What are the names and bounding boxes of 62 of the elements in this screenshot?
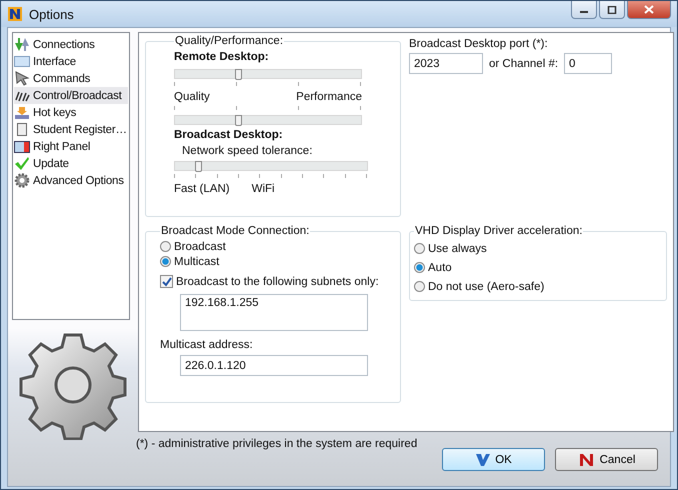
section-heading: Remote Desktop:: [174, 51, 270, 63]
slider[interactable]: [174, 115, 362, 125]
subnets-field[interactable]: 192.168.1.255: [180, 294, 368, 331]
group-title: VHD Display Driver acceleration:: [414, 225, 584, 237]
radio-button[interactable]: [414, 281, 425, 292]
radio-button[interactable]: [160, 256, 171, 267]
sidebar-item[interactable]: Update: [14, 155, 128, 172]
cross-logo-icon: [578, 452, 596, 468]
check-logo-icon: [475, 452, 492, 468]
sidebar-item[interactable]: Hot keys: [14, 104, 128, 121]
slider-thumb[interactable]: [235, 69, 242, 80]
app-logo-icon: [7, 6, 23, 22]
checkmark-icon: [14, 156, 30, 171]
minimize-button[interactable]: [571, 1, 597, 19]
channel-label: or Channel #:: [489, 58, 558, 70]
maximize-icon: [607, 6, 617, 14]
window-icon: [14, 54, 30, 69]
close-button[interactable]: [627, 1, 671, 19]
window-title: Options: [29, 6, 74, 22]
slider-caption: Network speed tolerance:: [182, 145, 314, 157]
cursor-icon: [14, 71, 30, 86]
maximize-button[interactable]: [599, 1, 625, 19]
port-field[interactable]: 2023: [409, 53, 483, 74]
checkbox[interactable]: [160, 275, 173, 288]
radio-option[interactable]: Auto: [414, 258, 660, 277]
sidebar-item[interactable]: Interface: [14, 53, 128, 70]
slider[interactable]: [174, 69, 362, 79]
close-icon: [644, 5, 654, 14]
radio-button[interactable]: [160, 241, 171, 252]
radio-button[interactable]: [414, 262, 425, 273]
port-label: Broadcast Desktop port (*):: [409, 38, 549, 50]
slider[interactable]: [174, 161, 368, 171]
multicast-field[interactable]: 226.0.1.120: [180, 355, 368, 376]
radio-button[interactable]: [414, 243, 425, 254]
slider-thumb[interactable]: [195, 161, 202, 172]
arrows-icon: [14, 37, 30, 52]
cancel-button[interactable]: Cancel: [555, 448, 658, 471]
channel-field[interactable]: 0: [564, 53, 612, 74]
sidebar-item[interactable]: Connections: [14, 36, 128, 53]
sidebar-item[interactable]: Commands: [14, 70, 128, 87]
slider-thumb[interactable]: [235, 115, 242, 126]
group-title: Broadcast Mode Connection:: [160, 225, 310, 237]
footnote: (*) - administrative privileges in the system are required: [136, 438, 418, 450]
radio-option[interactable]: Do not use (Aero-safe): [414, 277, 660, 296]
panel-icon: [14, 139, 30, 154]
slider-label: Quality: [174, 91, 210, 103]
slider-label: Performance: [296, 91, 362, 103]
subnets-checkbox-option[interactable]: Broadcast to the following subnets only:: [160, 275, 394, 288]
radio-option[interactable]: Broadcast: [160, 239, 394, 254]
slider-label: Fast (LAN): [174, 183, 230, 195]
sidebar-item[interactable]: Student Register…: [14, 121, 128, 138]
group-title: Quality/Performance:: [174, 35, 284, 47]
sidebar-item[interactable]: Advanced Options: [14, 172, 128, 189]
ok-button[interactable]: OK: [442, 448, 545, 471]
sidebar-item[interactable]: Control/Broadcast: [14, 87, 128, 104]
multicast-label: Multicast address:: [160, 339, 254, 351]
sidebar-item[interactable]: Right Panel: [14, 138, 128, 155]
section-heading: Broadcast Desktop:: [174, 129, 284, 141]
document-icon: [14, 122, 30, 137]
radio-option[interactable]: Use always: [414, 239, 660, 258]
radio-option[interactable]: Multicast: [160, 254, 394, 269]
slider-label: WiFi: [252, 183, 275, 195]
